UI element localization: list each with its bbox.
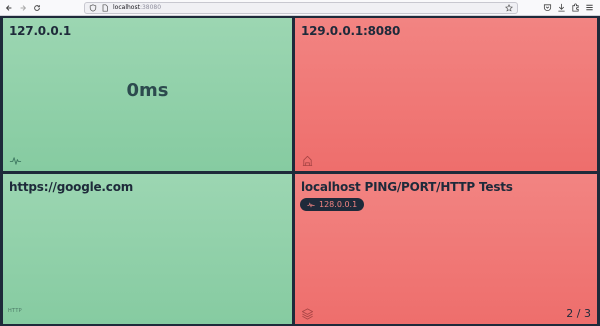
badge-label: 128.0.0.1 — [319, 200, 358, 209]
layers-icon — [301, 305, 314, 320]
shield-icon[interactable] — [89, 4, 97, 12]
tile-title: localhost PING/PORT/HTTP Tests — [301, 180, 513, 194]
url-text[interactable]: localhost:38080 — [113, 4, 161, 12]
status-tile-group[interactable]: localhost PING/PORT/HTTP Tests 128.0.0.1… — [295, 174, 597, 324]
reload-icon — [33, 4, 40, 11]
url-port: :38080 — [139, 4, 162, 11]
download-icon[interactable] — [557, 3, 566, 12]
arrow-left-icon — [5, 4, 11, 11]
plug-icon — [301, 152, 314, 167]
status-dashboard: 127.0.0.1 0ms 129.0.0.1:8080 https://goo… — [0, 16, 600, 326]
reload-button[interactable] — [31, 2, 42, 13]
status-tile-up[interactable]: https://google.com HTTP — [3, 174, 292, 324]
menu-icon[interactable] — [585, 3, 594, 12]
back-button[interactable] — [3, 2, 14, 13]
url-bar[interactable]: localhost:38080 — [84, 2, 518, 14]
tile-title: 127.0.0.1 — [9, 24, 71, 38]
pulse-icon — [9, 152, 22, 165]
browser-toolbar: localhost:38080 — [0, 0, 600, 16]
status-tile-up[interactable]: 127.0.0.1 0ms — [3, 18, 292, 171]
status-tile-down[interactable]: 129.0.0.1:8080 — [295, 18, 597, 171]
status-badge[interactable]: 128.0.0.1 — [300, 198, 365, 211]
response-time: 0ms — [126, 80, 169, 101]
bookmark-star-icon[interactable] — [505, 4, 513, 12]
pocket-icon[interactable] — [543, 3, 552, 12]
page-icon — [102, 4, 108, 12]
tile-title: 129.0.0.1:8080 — [301, 24, 401, 38]
check-type-label: HTTP — [8, 308, 22, 314]
forward-button[interactable] — [17, 2, 28, 13]
arrow-right-icon — [20, 4, 26, 11]
page-indicator: 2 / 3 — [566, 307, 591, 320]
pulse-icon — [307, 201, 315, 208]
tile-title: https://google.com — [9, 180, 134, 194]
extensions-icon[interactable] — [571, 3, 580, 12]
url-host: localhost — [113, 4, 140, 11]
